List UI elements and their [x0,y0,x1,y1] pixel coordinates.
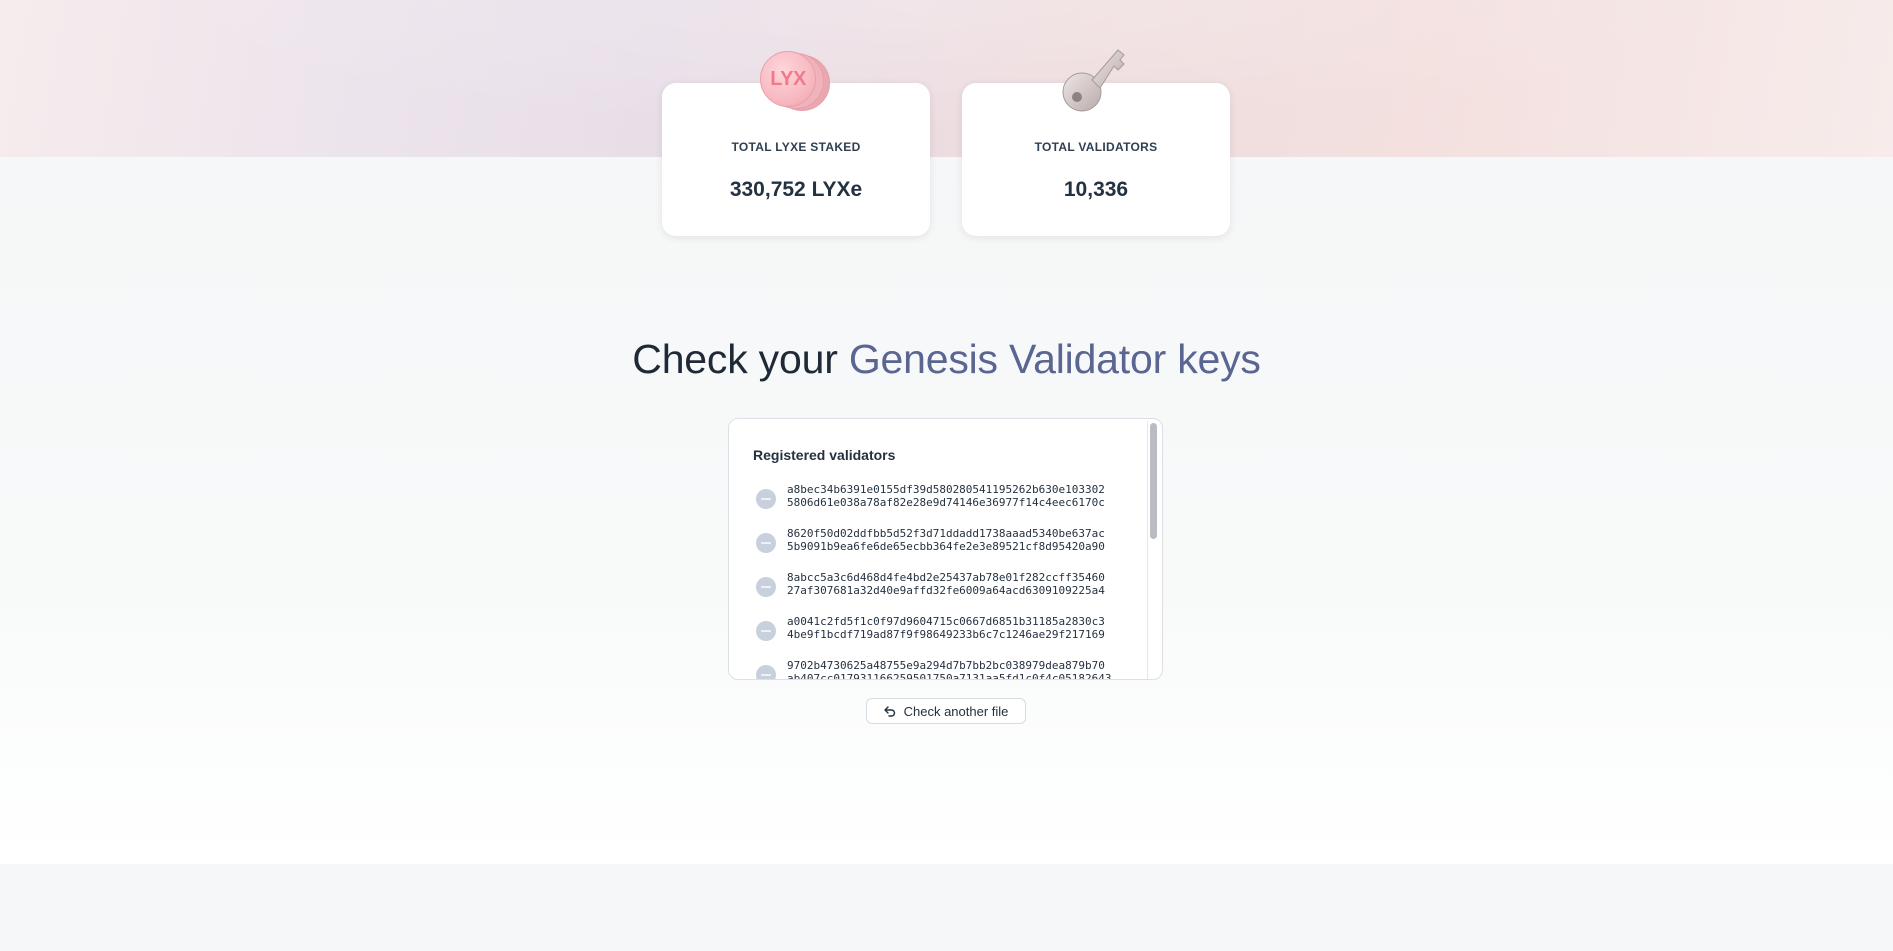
validator-key: 9702b4730625a48755e9a294d7b7bb2bc038979d… [787,659,1137,680]
validator-key: 8620f50d02ddfbb5d52f3d71ddadd1738aaad534… [787,527,1137,553]
list-item: 8620f50d02ddfbb5d52f3d71ddadd1738aaad534… [753,527,1149,567]
footer-background [0,864,1893,951]
validator-key: 8abcc5a3c6d468d4fe4bd2e25437ab78e01f282c… [787,571,1137,597]
validator-key-line-2: 5806d61e038a78af82e28e9d74146e36977f14c4… [787,496,1105,509]
minus-circle-icon [756,577,776,597]
list-scrollbar[interactable] [1147,421,1157,679]
undo-arrow-icon [883,706,895,717]
validator-key: a0041c2fd5f1c0f97d9604715c0667d6851b3118… [787,615,1137,641]
minus-circle-icon [756,621,776,641]
total-validators-value: 10,336 [1063,178,1129,201]
registered-validators-panel[interactable]: Registered validators a8bec34b6391e0155d… [728,418,1163,680]
lyx-coins-icon: LYX [760,51,832,113]
check-another-file-label: Check another file [903,703,1009,719]
total-staked-value: 330,752 LYXe [729,178,863,201]
scrollbar-thumb[interactable] [1150,423,1157,539]
registered-validators-title: Registered validators [753,447,896,463]
check-another-file-button[interactable]: Check another file [866,698,1026,724]
key-icon [1062,49,1125,112]
validator-key-line-1: 8abcc5a3c6d468d4fe4bd2e25437ab78e01f282c… [787,571,1105,584]
total-validators-label: TOTAL VALIDATORS [1034,140,1158,154]
page-title: Check your Genesis Validator keys [0,336,1893,383]
validator-key-line-2: ab407cc017931166259501750a7131aa5fd1c0f4… [787,672,1112,680]
minus-circle-icon [756,533,776,553]
title-accent: Genesis Validator keys [848,336,1261,382]
hero-background [0,0,1893,157]
total-staked-label: TOTAL LYXE STAKED [731,140,861,154]
validator-key-line-1: 8620f50d02ddfbb5d52f3d71ddadd1738aaad534… [787,527,1105,540]
coin-front: LYX [760,51,816,107]
minus-circle-icon [756,665,776,679]
list-item: 9702b4730625a48755e9a294d7b7bb2bc038979d… [753,659,1149,680]
coin-label: LYX [770,67,806,90]
list-item: 8abcc5a3c6d468d4fe4bd2e25437ab78e01f282c… [753,571,1149,611]
title-prefix: Check your [632,336,849,382]
validator-key-line-2: 5b9091b9ea6fe6de65ecbb364fe2e3e89521cf8d… [787,540,1105,553]
validator-key-line-2: 27af307681a32d40e9affd32fe6009a64acd6309… [787,584,1105,597]
list-item: a0041c2fd5f1c0f97d9604715c0667d6851b3118… [753,615,1149,655]
validator-key-line-2: 4be9f1bcdf719ad87f9f98649233b6c7c1246ae2… [787,628,1105,641]
validator-key-line-1: 9702b4730625a48755e9a294d7b7bb2bc038979d… [787,659,1105,672]
validator-key: a8bec34b6391e0155df39d580280541195262b63… [787,483,1137,509]
validator-key-line-1: a0041c2fd5f1c0f97d9604715c0667d6851b3118… [787,615,1105,628]
validator-key-line-1: a8bec34b6391e0155df39d580280541195262b63… [787,483,1105,496]
minus-circle-icon [756,489,776,509]
list-item: a8bec34b6391e0155df39d580280541195262b63… [753,483,1149,523]
